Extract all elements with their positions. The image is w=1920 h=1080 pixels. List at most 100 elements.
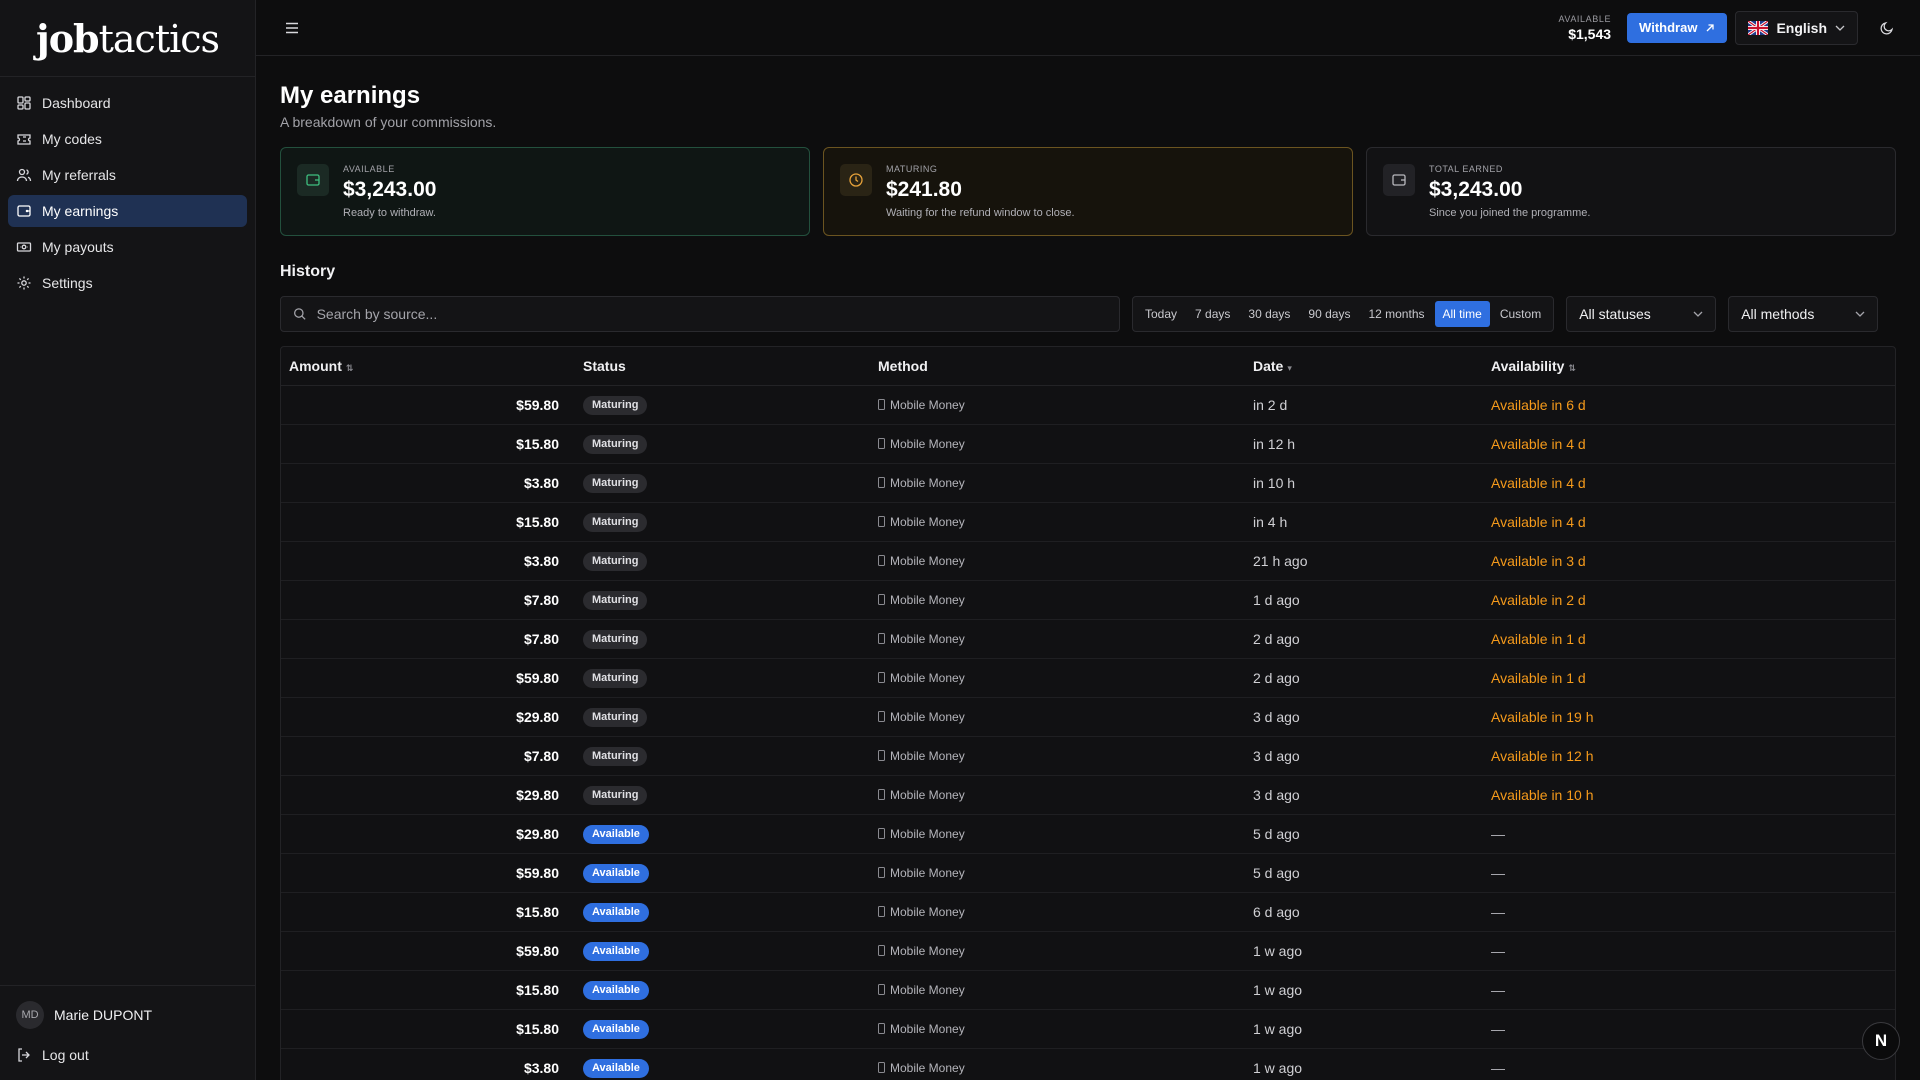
sidebar-item-settings[interactable]: Settings (8, 267, 247, 299)
table-row[interactable]: $59.80 Available Mobile Money 1 w ago — (281, 931, 1895, 971)
sidebar-item-my-payouts[interactable]: My payouts (8, 231, 247, 263)
sort-icon: ⇅ (1568, 362, 1576, 373)
range-custom[interactable]: Custom (1492, 301, 1549, 327)
status-filter-select[interactable]: All statuses (1566, 296, 1717, 332)
total-earned-card: TOTAL EARNED $3,243.00 Since you joined … (1366, 147, 1896, 236)
sidebar-item-my-codes[interactable]: My codes (8, 123, 247, 155)
sidebar-item-label: My payouts (42, 239, 114, 255)
phone-icon (878, 515, 885, 527)
availability-cell: Available in 12 h (1483, 736, 1895, 776)
status-cell: Available (575, 892, 870, 932)
amount-cell: $59.80 (281, 658, 575, 698)
method-label: Mobile Money (890, 514, 965, 529)
phone-icon (878, 983, 885, 995)
method-label: Mobile Money (890, 943, 965, 958)
available-balance: AVAILABLE $1,543 (1558, 14, 1611, 42)
hamburger-icon (286, 22, 298, 33)
column-amount[interactable]: Amount ⇅ (281, 347, 575, 386)
column-date[interactable]: Date ▾ (1245, 347, 1483, 386)
phone-icon (878, 437, 885, 449)
table-row[interactable]: $7.80 Maturing Mobile Money 3 d ago Availabl… (281, 736, 1895, 776)
status-filter-value: All statuses (1579, 306, 1651, 322)
withdraw-button[interactable]: Withdraw (1627, 12, 1728, 43)
table-row[interactable]: $29.80 Maturing Mobile Money 3 d ago Availab… (281, 697, 1895, 737)
date-cell: 1 w ago (1245, 970, 1483, 1010)
table-row[interactable]: $15.80 Maturing Mobile Money in 4 h Availabl… (281, 502, 1895, 542)
table-row[interactable]: $15.80 Available Mobile Money 1 w ago — (281, 970, 1895, 1010)
table-row[interactable]: $29.80 Available Mobile Money 5 d ago — (281, 814, 1895, 854)
gear-icon (17, 276, 31, 290)
sidebar-item-my-referrals[interactable]: My referrals (8, 159, 247, 191)
table-row[interactable]: $7.80 Maturing Mobile Money 1 d ago Availabl… (281, 580, 1895, 620)
card-description: Ready to withdraw. (343, 207, 436, 219)
brand-logo[interactable]: jobtactics (36, 16, 220, 61)
search-input[interactable] (316, 306, 1107, 322)
theme-toggle-button[interactable] (1870, 11, 1904, 45)
method-cell: Mobile Money (870, 892, 1245, 932)
availability-cell: Available in 19 h (1483, 697, 1895, 737)
table-row[interactable]: $3.80 Maturing Mobile Money in 10 h Availabl… (281, 463, 1895, 503)
column-availability[interactable]: Availability ⇅ (1483, 347, 1895, 386)
table-row[interactable]: $59.80 Available Mobile Money 5 d ago — (281, 853, 1895, 893)
date-cell: 6 d ago (1245, 892, 1483, 932)
range-30-days[interactable]: 30 days (1240, 301, 1298, 327)
method-label: Mobile Money (890, 592, 965, 607)
table-row[interactable]: $3.80 Maturing Mobile Money 21 h ago Availab… (281, 541, 1895, 581)
range-90-days[interactable]: 90 days (1300, 301, 1358, 327)
sidebar-item-dashboard[interactable]: Dashboard (8, 87, 247, 119)
status-badge: Available (583, 824, 649, 844)
language-label: English (1776, 19, 1827, 36)
table-row[interactable]: $59.80 Maturing Mobile Money 2 d ago Availab… (281, 658, 1895, 698)
phone-icon (878, 1061, 885, 1073)
range-all-time[interactable]: All time (1434, 301, 1490, 327)
phone-icon (878, 554, 885, 566)
balance-value: $1,543 (1568, 25, 1612, 42)
phone-icon (878, 827, 885, 839)
status-cell: Maturing (575, 619, 870, 659)
method-label: Mobile Money (890, 553, 965, 568)
table-row[interactable]: $59.80 Maturing Mobile Money in 2 d Availabl… (281, 385, 1895, 425)
assistant-button[interactable]: N (1862, 1022, 1900, 1060)
banknote-icon (16, 242, 32, 252)
availability-cell: Available in 10 h (1483, 775, 1895, 815)
menu-toggle-button[interactable] (280, 16, 304, 40)
status-cell: Maturing (575, 385, 870, 425)
date-cell: 21 h ago (1245, 541, 1483, 581)
status-badge: Maturing (583, 473, 648, 493)
history-title: History (280, 263, 336, 280)
phone-icon (878, 632, 885, 644)
sidebar-item-label: Dashboard (42, 95, 111, 111)
status-badge: Maturing (583, 512, 648, 532)
amount-cell: $7.80 (281, 736, 575, 776)
method-filter-value: All methods (1741, 306, 1815, 322)
range-7-days[interactable]: 7 days (1187, 301, 1238, 327)
phone-icon (878, 944, 885, 956)
table-row[interactable]: $29.80 Maturing Mobile Money 3 d ago Availab… (281, 775, 1895, 815)
method-label: Mobile Money (890, 670, 965, 685)
table-row[interactable]: $3.80 Available Mobile Money 1 w ago — (281, 1048, 1895, 1080)
table-row[interactable]: $15.80 Available Mobile Money 6 d ago — (281, 892, 1895, 932)
card-label: TOTAL EARNED (1429, 164, 1503, 174)
language-selector[interactable]: English (1735, 10, 1858, 45)
user-profile[interactable]: MD Marie DUPONT (16, 1000, 240, 1030)
range-12-months[interactable]: 12 months (1360, 301, 1432, 327)
range-today[interactable]: Today (1137, 301, 1185, 327)
status-cell: Maturing (575, 463, 870, 503)
method-filter-select[interactable]: All methods (1728, 296, 1879, 332)
availability-cell: — (1483, 1048, 1895, 1080)
table-row[interactable]: $15.80 Maturing Mobile Money in 12 h Availab… (281, 424, 1895, 464)
amount-cell: $3.80 (281, 463, 575, 503)
sidebar-nav: Dashboard My codes My referrals My earni… (0, 77, 255, 313)
table-row[interactable]: $15.80 Available Mobile Money 1 w ago — (281, 1009, 1895, 1049)
availability-cell: — (1483, 853, 1895, 893)
sidebar-item-my-earnings[interactable]: My earnings (8, 195, 247, 227)
method-cell: Mobile Money (870, 775, 1245, 815)
table-row[interactable]: $7.80 Maturing Mobile Money 2 d ago Availabl… (281, 619, 1895, 659)
date-cell: 3 d ago (1245, 736, 1483, 776)
status-cell: Available (575, 814, 870, 854)
availability-cell: — (1483, 892, 1895, 932)
history-filters: Today 7 days 30 days 90 days 12 months A… (280, 296, 1896, 332)
card-description: Waiting for the refund window to close. (886, 207, 1075, 219)
logout-button[interactable]: Log out (16, 1040, 240, 1070)
availability-cell: Available in 1 d (1483, 619, 1895, 659)
